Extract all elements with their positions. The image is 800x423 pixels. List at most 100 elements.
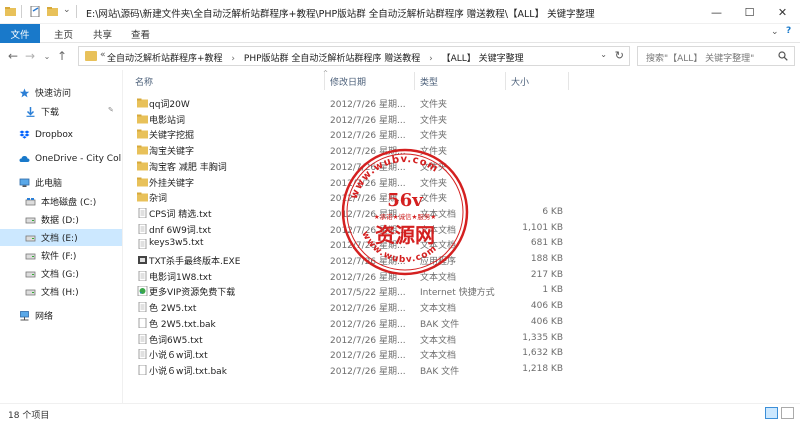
folder-icon	[137, 145, 148, 155]
column-divider[interactable]	[414, 72, 415, 90]
file-row[interactable]: 电影站词 2012/7/26 星期... 文件夹	[123, 111, 683, 127]
title-separator	[76, 5, 77, 18]
file-icon	[137, 317, 148, 329]
column-divider[interactable]	[505, 72, 506, 90]
star-icon	[19, 88, 30, 97]
tab-view[interactable]: 查看	[131, 24, 150, 43]
address-bar[interactable]: « 全自动泛解析站群程序+教程 › PHP版站群 全自动泛解析站群程序 赠送教程…	[78, 46, 630, 66]
minimize-button[interactable]: —	[700, 0, 733, 24]
network-icon	[20, 310, 29, 320]
cloud-icon	[19, 155, 30, 162]
file-icon	[137, 364, 148, 376]
ribbon-collapse-icon[interactable]: ⌄	[771, 27, 779, 37]
column-header-name[interactable]: 名称	[135, 75, 153, 88]
sidebar-item-network[interactable]: 网络	[0, 307, 122, 324]
file-row[interactable]: 小说６w词.txt 2012/7/26 星期... 文本文档 1,632 KB	[123, 346, 683, 362]
pin-icon[interactable]: ✎	[108, 106, 114, 114]
drive-icon	[25, 289, 36, 295]
recent-locations-button[interactable]: ⌄	[40, 48, 54, 64]
search-placeholder: 搜索"【ALL】 关键字整理"	[646, 54, 755, 64]
back-button[interactable]: ←	[6, 48, 20, 64]
column-header-type[interactable]: 类型	[420, 75, 438, 88]
column-header-date[interactable]: 修改日期	[330, 75, 366, 88]
address-dropdown-icon[interactable]: ⌄	[600, 50, 607, 59]
dropbox-icon	[19, 130, 30, 139]
file-type: Internet 快捷方式	[420, 288, 495, 299]
search-icon[interactable]	[778, 51, 788, 61]
address-overflow[interactable]: «	[100, 50, 106, 60]
sidebar-item-dropbox[interactable]: Dropbox	[0, 126, 122, 143]
file-type: 文本文档	[420, 351, 457, 362]
file-row[interactable]: 色 2W5.txt 2012/7/26 星期... 文本文档 406 KB	[123, 299, 683, 315]
file-name: 电影站词	[149, 115, 186, 126]
file-date: 2012/7/26 星期...	[330, 335, 406, 346]
sidebar-item-drive-c[interactable]: 本地磁盘 (C:)	[0, 193, 122, 210]
file-name: 杂词	[149, 194, 168, 205]
text-file-icon	[137, 270, 148, 282]
file-row[interactable]: 色 2W5.txt.bak 2012/7/26 星期... BAK 文件 406 KB	[123, 315, 683, 331]
file-name: qq词20W	[149, 100, 190, 110]
file-size: 406 KB	[530, 316, 563, 327]
sidebar-item-label: 软件 (F:)	[41, 252, 77, 262]
tab-file[interactable]: 文件	[0, 24, 40, 43]
tab-share[interactable]: 共享	[93, 24, 112, 43]
sidebar-item-drive-e[interactable]: 文档 (E:)	[0, 229, 122, 246]
file-row[interactable]: 关键字挖掘 2012/7/26 星期... 文件夹	[123, 126, 683, 142]
application-icon	[137, 255, 148, 265]
file-date: 2012/7/26 星期...	[330, 319, 406, 330]
sidebar-item-downloads[interactable]: 下载 ✎	[0, 103, 122, 120]
sidebar-item-drive-d[interactable]: 数据 (D:)	[0, 211, 122, 228]
sidebar-item-this-pc[interactable]: 此电脑	[0, 174, 122, 191]
column-divider[interactable]	[568, 72, 569, 90]
refresh-icon[interactable]: ↻	[615, 49, 624, 62]
help-icon[interactable]: ?	[786, 26, 791, 36]
title-bar: ⌄ E:\网站\源码\新建文件夹\全自动泛解析站群程序+教程\PHP版站群 全自…	[0, 0, 800, 24]
breadcrumb-separator[interactable]: ›	[429, 54, 433, 64]
file-name: 淘宝客 减肥 丰胸词	[149, 162, 227, 173]
file-type: 文本文档	[420, 335, 457, 346]
file-name: 色词6W5.txt	[149, 335, 203, 346]
seal-name: 资源网	[375, 223, 435, 247]
ribbon-tabs: 文件 主页 共享 查看 ⌄ ?	[0, 24, 800, 43]
text-file-icon	[137, 238, 148, 250]
search-input[interactable]: 搜索"【ALL】 关键字整理"	[637, 46, 795, 66]
file-type: 文本文档	[420, 304, 457, 315]
file-name: keys3w5.txt	[149, 238, 204, 249]
file-row[interactable]: 小说６w词.txt.bak 2012/7/26 星期... BAK 文件 1,218 …	[123, 362, 683, 378]
tab-home[interactable]: 主页	[54, 24, 73, 43]
sidebar-item-drive-f[interactable]: 软件 (F:)	[0, 247, 122, 264]
sidebar-item-onedrive[interactable]: OneDrive - City Col	[0, 150, 122, 167]
file-name: 更多VIP资源免费下载	[149, 288, 236, 299]
breadcrumb-item[interactable]: 全自动泛解析站群程序+教程	[107, 54, 223, 64]
column-header-size[interactable]: 大小	[511, 75, 529, 88]
properties-icon[interactable]	[30, 6, 41, 17]
file-row[interactable]: 色词6W5.txt 2012/7/26 星期... 文本文档 1,335 KB	[123, 331, 683, 347]
qat-dropdown-icon[interactable]: ⌄	[63, 5, 71, 15]
sidebar-item-drive-g[interactable]: 文档 (G:)	[0, 265, 122, 282]
download-icon	[26, 106, 35, 117]
large-icons-view-button[interactable]	[781, 407, 794, 419]
details-view-button[interactable]	[765, 407, 778, 419]
file-size: 1,218 KB	[522, 363, 563, 374]
up-button[interactable]: ↑	[55, 48, 69, 64]
close-button[interactable]: ✕	[766, 0, 799, 24]
text-file-icon	[137, 301, 148, 313]
file-date: 2012/7/26 星期...	[330, 304, 406, 315]
title-separator	[21, 5, 22, 18]
breadcrumb-item[interactable]: PHP版站群 全自动泛解析站群程序 赠送教程	[244, 54, 420, 64]
forward-button[interactable]: →	[23, 48, 37, 64]
maximize-button[interactable]: ☐	[733, 0, 766, 24]
breadcrumb-separator[interactable]: ›	[231, 54, 235, 64]
file-row[interactable]: qq词20W 2012/7/26 星期... 文件夹	[123, 95, 683, 111]
sidebar-item-drive-h[interactable]: 文档 (H:)	[0, 283, 122, 300]
file-date: 2012/7/26 星期...	[330, 100, 406, 110]
file-name: TXT杀手最终版本.EXE	[149, 257, 241, 267]
sidebar-item-quick-access[interactable]: 快速访问	[0, 84, 122, 101]
breadcrumb-item[interactable]: 【ALL】 关键字整理	[442, 54, 524, 64]
file-row[interactable]: 更多VIP资源免费下载 2017/5/22 星期... Internet 快捷方式 1…	[123, 283, 683, 299]
column-divider[interactable]	[324, 72, 325, 90]
file-size: 1,632 KB	[522, 348, 563, 359]
folder-icon	[137, 129, 148, 139]
file-type: 文件夹	[420, 131, 448, 142]
new-folder-icon[interactable]	[47, 6, 58, 17]
